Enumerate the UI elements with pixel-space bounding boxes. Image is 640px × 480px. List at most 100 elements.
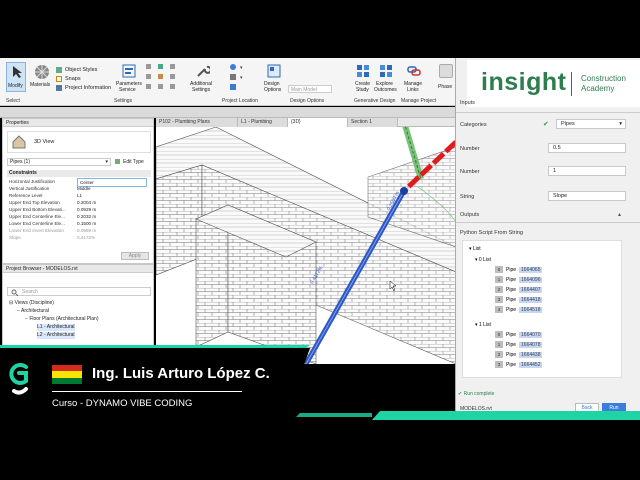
instance-filter-label: Pipes (1): [10, 159, 31, 165]
outputs-section-label[interactable]: Outputs: [460, 212, 479, 218]
select-menu[interactable]: Select: [6, 98, 20, 104]
property-value[interactable]: 0.1500 m: [77, 220, 96, 227]
manage-links-line2: Links: [407, 87, 419, 93]
property-key: Upper End Bottom Elevati...: [9, 207, 66, 212]
browser-item[interactable]: ⊟ Views (Discipline): [9, 300, 54, 307]
video-frame: Modify Select Materials Object Styles Sn…: [0, 0, 640, 480]
list-item-id[interactable]: 1664070: [519, 332, 543, 338]
grid-icon-5[interactable]: [158, 74, 163, 79]
pipe-fitting[interactable]: [400, 187, 408, 195]
location-icon[interactable]: [230, 64, 236, 70]
logo-brand: insight: [481, 68, 567, 96]
property-value[interactable]: 0.0929 m: [77, 206, 96, 213]
grid-icon-3[interactable]: [170, 64, 175, 69]
list-item-id[interactable]: 1664418: [519, 297, 543, 303]
create-study-line2: Study: [356, 87, 369, 93]
property-row: Horizontal Justification Center: [7, 178, 151, 187]
list-root[interactable]: ▾ List: [469, 245, 481, 253]
list-item[interactable]: 1 Pipe 1664096: [495, 276, 543, 284]
explore-outcomes-button[interactable]: Explore Outcomes: [374, 62, 398, 96]
phase-button[interactable]: Phase: [436, 62, 456, 96]
property-value[interactable]: 0.2032 m: [77, 213, 96, 220]
chevron-down-icon: ▾: [619, 121, 622, 127]
tab-section-1[interactable]: Section 1: [348, 118, 398, 127]
object-styles-label: Object Styles: [65, 67, 98, 73]
sublist-header[interactable]: ▾ 1 List: [475, 321, 491, 329]
modify-button[interactable]: Modify: [6, 62, 26, 92]
number1-input[interactable]: 0.5: [548, 143, 626, 153]
property-key: Horizontal Justification: [9, 179, 55, 184]
course-title: Curso - DYNAMO VIBE CODING: [52, 398, 193, 409]
tab-p102-plumbing-plans[interactable]: P102 - Plumbing Plans: [156, 118, 238, 127]
browser-search[interactable]: Search: [7, 287, 151, 296]
tab-l1-plumbing[interactable]: L1 - Plumbing: [238, 118, 288, 127]
grid-icon-1[interactable]: [146, 64, 151, 69]
instance-filter[interactable]: Pipes (1) ▾: [7, 158, 111, 166]
main-model-select[interactable]: Main Model: [288, 85, 332, 93]
list-item[interactable]: 2 Pipe 1664407: [495, 286, 543, 294]
apply-label: Apply: [128, 253, 142, 259]
list-index: 4: [495, 306, 503, 313]
categories-select[interactable]: ✔ Pipes ▾: [543, 119, 626, 129]
property-value[interactable]: Middle: [77, 185, 91, 192]
list-item[interactable]: 0 Pipe 1664070: [495, 331, 543, 339]
string-input[interactable]: Slope: [548, 191, 626, 201]
property-key: Slope: [9, 235, 21, 240]
property-value[interactable]: 0.4172%: [77, 234, 95, 241]
browser-item[interactable]: − Architectural: [17, 308, 49, 315]
snaps-button[interactable]: Snaps: [56, 75, 114, 83]
constraints-section[interactable]: Constraints: [7, 170, 151, 177]
browser-item[interactable]: L1 - Architectural: [37, 324, 75, 331]
list-item[interactable]: 4 Pipe 1664518: [495, 306, 543, 314]
design-options-button[interactable]: Design Options: [262, 62, 286, 96]
number1-value: 0.5: [553, 145, 561, 151]
grid-icon-7[interactable]: [146, 84, 151, 89]
position-icon[interactable]: [230, 84, 236, 90]
chevron-up-icon[interactable]: ▴: [618, 211, 621, 218]
object-styles-button[interactable]: Object Styles: [56, 66, 114, 74]
apply-button[interactable]: Apply: [121, 252, 149, 260]
grid-icon-2[interactable]: [158, 64, 163, 69]
materials-sphere-icon: [35, 65, 49, 79]
additional-settings-button[interactable]: Additional Settings: [188, 62, 218, 96]
grid-icon-6[interactable]: [170, 74, 175, 79]
3d-viewport[interactable]: 0.4172% 0.2500 m: [156, 127, 456, 364]
inputs-section-label[interactable]: Inputs: [460, 100, 475, 106]
chevron-down-icon[interactable]: ▾: [240, 65, 243, 71]
property-value[interactable]: 0.2004 m: [77, 199, 96, 206]
list-item[interactable]: 3 Pipe 1664418: [495, 296, 543, 304]
list-item-type: Pipe: [506, 287, 517, 293]
browser-item[interactable]: L2 - Architectural: [37, 332, 75, 339]
list-item-id[interactable]: 1664065: [519, 267, 543, 273]
property-value[interactable]: 0.0989 m: [77, 227, 96, 234]
list-item-id[interactable]: 1664518: [519, 307, 543, 313]
list-item[interactable]: 0 Pipe 1664065: [495, 266, 543, 274]
materials-button[interactable]: Materials: [30, 62, 54, 92]
list-item-id[interactable]: 1664096: [519, 277, 543, 283]
grid-icon-8[interactable]: [158, 84, 163, 89]
edit-type-label: Edit Type: [123, 159, 144, 165]
browser-item[interactable]: − Floor Plans (Architectural Plan): [25, 316, 99, 323]
number2-value: 1: [553, 168, 557, 174]
categories-label: Categories: [460, 122, 487, 128]
parameters-service-button[interactable]: Parameters Service: [116, 62, 142, 96]
manage-links-button[interactable]: Manage Links: [402, 62, 426, 96]
coordinates-icon[interactable]: [230, 74, 236, 80]
type-selector[interactable]: 3D View: [7, 131, 151, 153]
tab-3d[interactable]: {3D}: [288, 118, 348, 127]
chevron-down-icon[interactable]: ▾: [240, 75, 243, 81]
grid-icon-9[interactable]: [170, 84, 175, 89]
list-index: 1: [495, 276, 503, 283]
grid-icon-4[interactable]: [146, 74, 151, 79]
categories-value: Pipes: [561, 121, 575, 127]
phase-label: Phase: [438, 84, 453, 90]
sublist-header[interactable]: ▾ 0 List: [475, 256, 491, 264]
project-information-button[interactable]: Project Information: [56, 84, 114, 92]
number2-input[interactable]: 1: [548, 166, 626, 176]
property-value[interactable]: L1: [77, 192, 82, 199]
property-row: Upper End Centerline Ele... 0.2032 m: [7, 213, 151, 220]
lower-third-divider: [52, 391, 242, 392]
list-item-id[interactable]: 1664407: [519, 287, 543, 293]
edit-type-button[interactable]: Edit Type: [115, 158, 151, 166]
create-study-button[interactable]: Create Study: [352, 62, 374, 96]
